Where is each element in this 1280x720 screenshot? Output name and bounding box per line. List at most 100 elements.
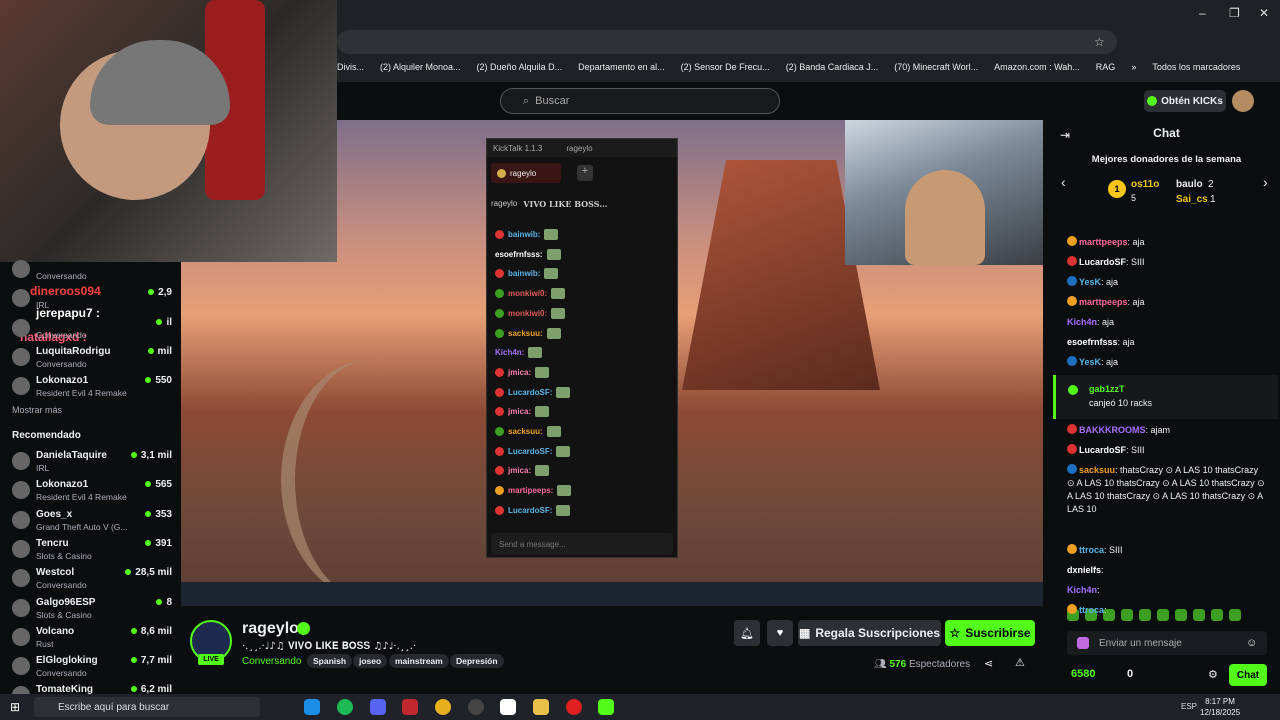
- channel-row[interactable]: Volcano Rust 8,6 mil: [12, 624, 172, 652]
- channel-row[interactable]: ElGlogloking Conversando 7,7 mil: [12, 653, 172, 681]
- slots-count[interactable]: 0: [1127, 668, 1133, 680]
- channel-row[interactable]: DanielaTaquire IRL 3,1 mil: [12, 448, 172, 476]
- report-icon[interactable]: ⚠: [1015, 656, 1025, 669]
- chat-message: ttroca:: [1067, 604, 1267, 617]
- kicktalk-channel-header: rageylo VIVO LIKE BOSS...: [491, 199, 608, 209]
- subscribe-button[interactable]: ☆ Suscribirse: [945, 620, 1035, 646]
- bookmark-item[interactable]: (2) Alquiler Monoa...: [380, 62, 461, 72]
- bookmark-item[interactable]: (2) Banda Cardiaca J...: [786, 62, 879, 72]
- donor-name[interactable]: Sai_cs: [1176, 194, 1208, 205]
- channel-row[interactable]: Lokonazo1 Resident Evil 4 Remake 550: [12, 373, 172, 401]
- emote-icon: [551, 288, 566, 300]
- donor-name[interactable]: os11o: [1131, 179, 1159, 190]
- channel-row[interactable]: Westcol Conversando 28,5 mil: [12, 565, 172, 593]
- stream-category[interactable]: Conversando: [242, 656, 301, 667]
- user-badge-icon: [1067, 236, 1077, 246]
- send-chat-button[interactable]: Chat: [1229, 664, 1267, 686]
- tag[interactable]: Spanish: [307, 654, 353, 668]
- tag[interactable]: Depresión: [450, 654, 504, 668]
- bookmark-item[interactable]: (2) Sensor De Frecu...: [681, 62, 770, 72]
- opera-icon[interactable]: [566, 699, 582, 715]
- channel-points[interactable]: 6580: [1071, 668, 1095, 680]
- chat-message: marttpeeps: aja: [1067, 296, 1267, 309]
- kicktalk-channel-tab: rageylo: [491, 163, 561, 183]
- close-icon[interactable]: ✕: [1259, 6, 1269, 20]
- address-bar[interactable]: [337, 30, 1117, 54]
- channel-avatar: [12, 377, 30, 396]
- bookmark-item[interactable]: RAG: [1096, 62, 1116, 72]
- emote-icon: [528, 347, 543, 359]
- bookmark-item[interactable]: Divis...: [337, 62, 364, 72]
- bookmark-item[interactable]: Departamento en al...: [578, 62, 665, 72]
- show-more-link[interactable]: Mostrar más: [12, 405, 62, 415]
- bookmark-item[interactable]: Todos los marcadores: [1152, 62, 1240, 72]
- channel-name[interactable]: rageylo: [242, 620, 299, 638]
- star-icon: ☆: [949, 626, 961, 640]
- channel-avatar: [12, 627, 30, 646]
- chrome-icon[interactable]: [435, 699, 451, 715]
- channel-row[interactable]: Goes_x Grand Theft Auto V (G... 353: [12, 507, 172, 535]
- bookmark-item[interactable]: »: [1131, 62, 1136, 72]
- chat-message: LucardoSF: SIII: [1067, 256, 1267, 269]
- windows-start-icon[interactable]: ⊞: [10, 700, 20, 714]
- kicktalk-message: sacksuu:: [495, 327, 561, 339]
- channel-row[interactable]: Conversando il: [12, 315, 172, 343]
- user-badge-icon: [495, 367, 504, 377]
- channel-row[interactable]: Galgo96ESP Slots & Casino 8: [12, 595, 172, 623]
- tag[interactable]: joseo: [353, 654, 388, 668]
- windows-search-input[interactable]: Escribe aquí para buscar: [34, 697, 260, 717]
- bookmark-item[interactable]: (2) Dueño Alquila D...: [477, 62, 563, 72]
- channel-row[interactable]: Conversando: [12, 256, 172, 284]
- bookmark-item[interactable]: (70) Minecraft Worl...: [894, 62, 978, 72]
- channel-row[interactable]: IRL 2,9: [12, 285, 172, 313]
- follow-heart-button[interactable]: ♥: [767, 620, 793, 646]
- language-indicator[interactable]: ESP: [1181, 702, 1197, 711]
- kick-icon[interactable]: [598, 699, 614, 715]
- obs-icon[interactable]: [468, 699, 484, 715]
- minimize-icon[interactable]: –: [1199, 6, 1206, 20]
- user-avatar[interactable]: [1232, 90, 1254, 112]
- tag[interactable]: mainstream: [389, 654, 449, 668]
- emote-icon: [535, 465, 550, 477]
- taskbar-app-icon[interactable]: [500, 699, 516, 715]
- gift-subscriptions-button[interactable]: ▦ Regala Suscripciones: [798, 620, 941, 646]
- donor-amount: 2: [1208, 179, 1214, 190]
- kick-header: [337, 82, 1280, 120]
- bookmark-item[interactable]: Amazon.com : Wah...: [994, 62, 1080, 72]
- channel-row[interactable]: LuquitaRodrigu Conversando mil: [12, 344, 172, 372]
- kicktalk-message: jmica:: [495, 366, 550, 378]
- taskbar-clock[interactable]: 8:17 PM 12/18/2025: [1200, 696, 1240, 718]
- chat-message-input[interactable]: Enviar un mensaje: [1067, 631, 1267, 655]
- notifications-bell-button[interactable]: 🔔︎: [734, 620, 760, 646]
- bookmark-star-icon[interactable]: ☆: [1094, 35, 1105, 49]
- emoji-icon[interactable]: ☺: [1246, 637, 1257, 649]
- channel-avatar: [12, 347, 30, 366]
- kicktalk-message: martipeeps:: [495, 485, 572, 497]
- channel-avatar: [12, 260, 30, 278]
- discord-icon[interactable]: [370, 699, 386, 715]
- spotify-icon[interactable]: [337, 699, 353, 715]
- restore-icon[interactable]: ❐: [1229, 6, 1240, 20]
- stream-title: ·.¸¸.·♩♪♫ 𝐕𝐈𝐕𝐎 𝐋𝐈𝐊𝐄 𝐁𝐎𝐒𝐒 ♫♪♩·.¸¸.·: [242, 641, 417, 652]
- channel-row[interactable]: Lokonazo1 Resident Evil 4 Remake 565: [12, 477, 172, 505]
- search-input[interactable]: ⌕ Buscar: [500, 88, 780, 114]
- file-explorer-icon[interactable]: [533, 699, 549, 715]
- user-badge-icon: [1067, 296, 1077, 306]
- chat-message: dxnielfs:: [1067, 565, 1104, 575]
- chevron-right-icon[interactable]: ›: [1263, 174, 1268, 190]
- channel-row[interactable]: Tencru Slots & Casino 391: [12, 536, 172, 564]
- channel-avatar: [12, 510, 30, 529]
- donor-name[interactable]: baulo: [1176, 179, 1203, 190]
- viewers-icon: 👥︎: [874, 659, 887, 670]
- taskbar-app-icon[interactable]: [402, 699, 418, 715]
- channel-avatar: [12, 598, 30, 617]
- settings-gear-icon[interactable]: ⚙: [1208, 668, 1218, 681]
- gift-icon[interactable]: [1077, 637, 1089, 649]
- share-icon[interactable]: ⋖: [984, 657, 993, 670]
- taskbar-app-icon[interactable]: [304, 699, 320, 715]
- get-kicks-button[interactable]: Obtén KICKs: [1144, 90, 1226, 112]
- chat-message: marttpeeps: aja: [1067, 236, 1267, 249]
- emote-icon: [556, 445, 571, 457]
- emote-icon: [535, 406, 550, 418]
- chevron-left-icon[interactable]: ‹: [1061, 174, 1066, 190]
